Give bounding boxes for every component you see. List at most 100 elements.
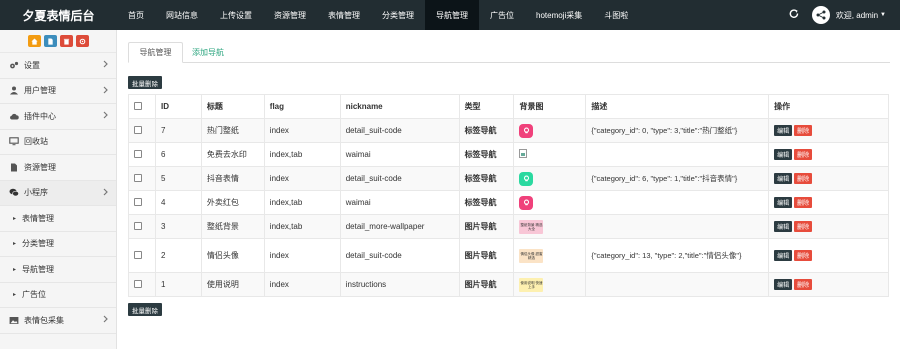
tab-add-navigation[interactable]: 添加导航 — [184, 42, 232, 63]
caret-right-icon: ▸ — [13, 266, 17, 273]
edit-button[interactable]: 编辑 — [774, 250, 793, 261]
cell-type: 图片导航 — [458, 214, 515, 239]
edit-button[interactable]: 编辑 — [774, 221, 793, 232]
trash-icon[interactable] — [59, 35, 73, 47]
sidebar-item-label: 用户管理 — [24, 86, 56, 96]
cell-actions: 编辑 删除 — [768, 190, 889, 215]
delete-button[interactable]: 删除 — [794, 279, 813, 290]
table-header-row: ID 标题 flag nickname 类型 背景图 描述 操作 — [128, 94, 889, 119]
refresh-icon[interactable] — [782, 8, 806, 22]
delete-button[interactable]: 删除 — [794, 250, 813, 261]
sidebar-item-label: 回收站 — [24, 137, 48, 147]
edit-button[interactable]: 编辑 — [774, 173, 793, 184]
sidebar-item[interactable]: 用户管理 — [0, 79, 116, 104]
sidebar-subitem[interactable]: ▸ 分类管理 — [0, 231, 116, 257]
broken-image-icon — [519, 149, 528, 158]
brand-title[interactable]: 夕夏表情后台 — [0, 0, 117, 30]
cell-background-image — [513, 118, 587, 143]
sidebar-item-label: 资源管理 — [24, 162, 56, 172]
edit-button[interactable]: 编辑 — [774, 125, 793, 136]
column-header: 操作 — [768, 94, 889, 119]
sidebar-subitem[interactable]: ▸ 导航管理 — [0, 257, 116, 283]
row-checkbox[interactable] — [134, 221, 142, 230]
nav-emoji[interactable]: 表情管理 — [317, 0, 371, 30]
chevron-right-icon — [103, 111, 108, 121]
sidebar-item[interactable]: 小程序 — [0, 180, 116, 206]
column-header: 描述 — [585, 94, 770, 119]
cell-id: 3 — [154, 214, 202, 239]
refresh-icon[interactable] — [75, 35, 89, 47]
sidebar-item-label: 设置 — [24, 60, 40, 70]
column-header: 标题 — [200, 94, 265, 119]
user-menu[interactable]: 欢迎, admin — [836, 10, 878, 21]
document-icon[interactable] — [43, 35, 57, 47]
nav-hotemoji[interactable]: hotemoji采集 — [525, 0, 593, 30]
cell-background-image: 使用说明 快速上手 — [513, 272, 587, 297]
row-select-cell — [128, 272, 156, 297]
column-header: 背景图 — [513, 94, 587, 119]
avatar[interactable] — [811, 6, 830, 24]
sidebar-subitem[interactable]: ▸ 广告位 — [0, 282, 116, 308]
table-row: 5 抖音表情 index detail_suit-code 标签导航 {"category… — [128, 166, 889, 191]
sidebar-item-label: 表情管理 — [22, 213, 54, 223]
top-navbar: 夕夏表情后台 首页 网站信息 上传设置 资源管理 表情管理 分类管理 导航管理 广告位 hote… — [0, 0, 900, 30]
row-checkbox[interactable] — [134, 149, 142, 158]
edit-button[interactable]: 编辑 — [774, 279, 793, 290]
nav-ads[interactable]: 广告位 — [479, 0, 525, 30]
row-select-cell — [128, 214, 156, 239]
cell-description — [585, 190, 770, 215]
delete-button[interactable]: 删除 — [794, 149, 813, 160]
cell-nickname: detail_suit-code — [339, 166, 460, 191]
sidebar-item[interactable]: 插件中心 — [0, 104, 116, 130]
delete-button[interactable]: 删除 — [794, 125, 813, 136]
red-envelope-icon — [519, 195, 534, 210]
sidebar-item-label: 表情包采集 — [24, 315, 64, 325]
gears-icon — [8, 61, 20, 70]
cell-title: 情侣头像 — [200, 238, 265, 273]
row-checkbox[interactable] — [134, 125, 142, 134]
row-select-cell — [128, 142, 156, 167]
delete-button[interactable]: 删除 — [794, 221, 813, 232]
cell-flag: index,tab — [263, 142, 341, 167]
sidebar-subitem[interactable]: ▸ 表情管理 — [0, 206, 116, 232]
nav-navigation[interactable]: 导航管理 — [425, 0, 479, 30]
cell-background-image: 情侣头像 甜蜜精选 — [513, 238, 587, 273]
caret-down-icon[interactable]: ▼ — [880, 12, 886, 18]
edit-button[interactable]: 编辑 — [774, 197, 793, 208]
delete-button[interactable]: 删除 — [794, 173, 813, 184]
cell-nickname: detail_suit-code — [339, 238, 460, 273]
nav-home[interactable]: 首页 — [117, 0, 155, 30]
cell-actions: 编辑 删除 — [768, 166, 889, 191]
nav-category[interactable]: 分类管理 — [371, 0, 425, 30]
sidebar-item[interactable]: 回收站 — [0, 130, 116, 155]
nav-upload-settings[interactable]: 上传设置 — [209, 0, 263, 30]
select-all-checkbox[interactable] — [134, 101, 142, 110]
table-row: 6 免费去水印 index,tab waimai 标签导航 编辑 删除 — [128, 142, 889, 167]
row-checkbox[interactable] — [134, 279, 142, 288]
home-icon[interactable] — [27, 35, 41, 47]
cell-background-image — [513, 190, 587, 215]
tab-navigation-manage[interactable]: 导航管理 — [128, 42, 183, 63]
instructions-banner-icon: 使用说明 快速上手 — [519, 278, 544, 292]
delete-button[interactable]: 删除 — [794, 197, 813, 208]
nav-doutula[interactable]: 斗图啦 — [593, 0, 639, 30]
navigation-table: ID 标题 flag nickname 类型 背景图 描述 操作 7 热门整纸 index deta… — [128, 94, 889, 297]
column-header: nickname — [339, 94, 460, 119]
row-checkbox[interactable] — [134, 250, 142, 259]
cell-nickname: instructions — [339, 272, 460, 297]
batch-delete-button-top[interactable]: 批量删除 — [128, 76, 162, 89]
cell-flag: index,tab — [263, 214, 341, 239]
batch-delete-button-bottom[interactable]: 批量删除 — [128, 303, 162, 316]
row-checkbox[interactable] — [134, 197, 142, 206]
cell-description — [585, 142, 770, 167]
nav-resources[interactable]: 资源管理 — [263, 0, 317, 30]
row-checkbox[interactable] — [134, 173, 142, 182]
quick-buttons — [0, 30, 116, 53]
sidebar-item[interactable]: 表情包采集 — [0, 308, 116, 334]
edit-button[interactable]: 编辑 — [774, 149, 793, 160]
sidebar-item[interactable]: 资源管理 — [0, 155, 116, 181]
sidebar-item[interactable]: 设置 — [0, 53, 116, 79]
nav-site-info[interactable]: 网站信息 — [155, 0, 209, 30]
cell-background-image — [513, 142, 587, 167]
chevron-right-icon — [103, 60, 108, 70]
